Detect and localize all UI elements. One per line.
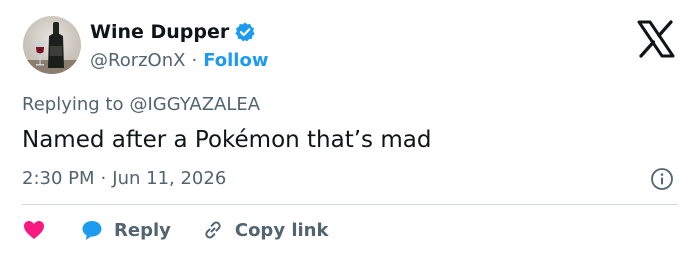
copy-link-button[interactable]: Copy link bbox=[201, 218, 329, 242]
copy-link-label: Copy link bbox=[234, 219, 329, 241]
replying-to-handle[interactable]: @IGGYAZALEA bbox=[129, 94, 260, 115]
tweet-text: Named after a Pokémon that’s mad bbox=[22, 127, 432, 153]
heart-icon bbox=[22, 218, 46, 242]
tweet-time: 2:30 PM bbox=[22, 167, 95, 189]
replying-to-prefix: Replying to bbox=[22, 93, 124, 115]
link-icon bbox=[201, 218, 225, 242]
like-button[interactable] bbox=[22, 218, 56, 242]
tweet-date: Jun 11, 2026 bbox=[112, 167, 227, 189]
follow-button[interactable]: Follow bbox=[203, 50, 268, 71]
verified-badge-icon bbox=[234, 21, 256, 43]
author-display-name[interactable]: Wine Dupper bbox=[90, 21, 229, 43]
timestamp-separator: · bbox=[100, 167, 107, 189]
avatar[interactable] bbox=[23, 16, 81, 74]
tweet-timestamp[interactable]: 2:30 PM · Jun 11, 2026 bbox=[22, 165, 226, 191]
separator-dot: · bbox=[191, 49, 198, 71]
author-handle-row: @RorzOnX · Follow bbox=[90, 47, 268, 73]
author-name-row: Wine Dupper bbox=[90, 18, 256, 46]
avatar-image bbox=[23, 16, 81, 74]
tweet-card: Wine Dupper @RorzOnX · Follow Replying t… bbox=[0, 0, 700, 256]
info-icon[interactable] bbox=[650, 167, 674, 191]
author-handle[interactable]: @RorzOnX bbox=[90, 50, 185, 71]
reply-label: Reply bbox=[114, 219, 171, 241]
divider bbox=[22, 204, 678, 205]
action-bar: Reply Copy link bbox=[22, 215, 358, 245]
x-logo-icon[interactable] bbox=[636, 20, 676, 58]
speech-bubble-icon bbox=[80, 218, 104, 242]
replying-to-line: Replying to @IGGYAZALEA bbox=[22, 91, 260, 117]
reply-button[interactable]: Reply bbox=[80, 218, 171, 242]
